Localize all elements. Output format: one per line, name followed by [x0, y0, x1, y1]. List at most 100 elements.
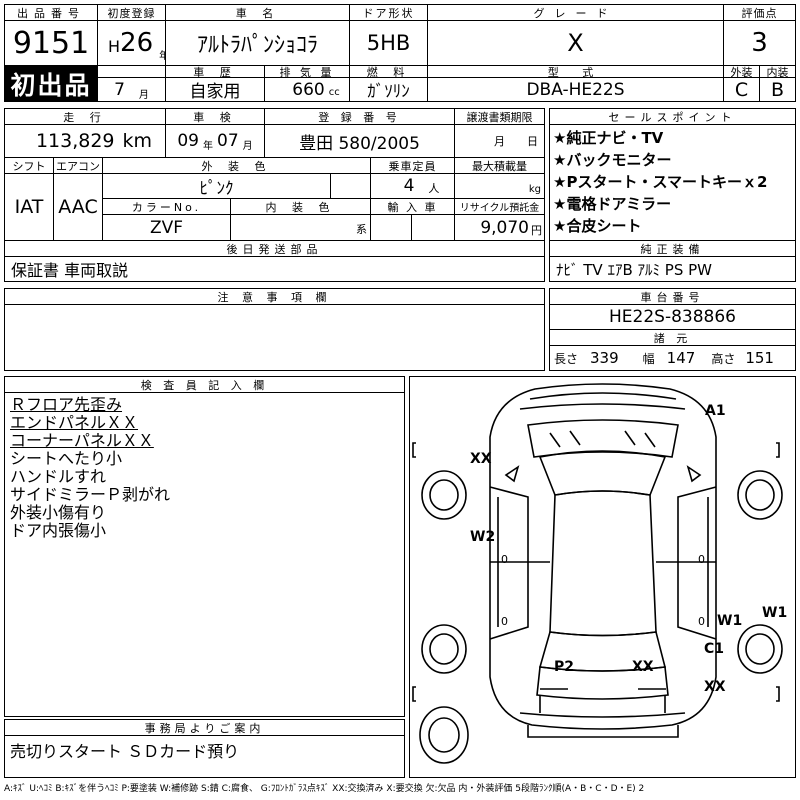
- equipment-label: 純正装備: [549, 240, 796, 257]
- ac: AAC: [53, 173, 103, 241]
- rear-left-wheel: [421, 624, 467, 674]
- inspector-notes: Ｒフロア先歪み エンドパネルＸＸ コーナーパネルＸＸ シートへたり小 ハンドルす…: [10, 396, 170, 540]
- mark-w1-door: W1: [717, 613, 742, 629]
- inspector-note: ハンドルすれ: [10, 467, 107, 486]
- dimensions: 長さ 339 幅 147 高さ 151: [549, 345, 796, 371]
- inspector-note: コーナーパネルＸＸ: [10, 431, 154, 450]
- mileage-label: 走 行: [4, 108, 166, 125]
- first-registration-year: H 26 年: [97, 20, 166, 66]
- registration-month: 7: [114, 79, 125, 100]
- transfer-month-unit: 月: [494, 135, 505, 148]
- first-registration-label: 初度登録: [97, 4, 166, 21]
- car-diagram-box: A1 XX W2 W1 W1 C1 P2 XX XX 0 0 0 0: [409, 376, 796, 778]
- inspector-note: サイドミラーＰ剥がれ: [10, 485, 171, 504]
- interior-grade: B: [759, 77, 796, 102]
- mark-p2: P2: [554, 659, 574, 675]
- mark-w2: W2: [470, 529, 495, 545]
- ac-label: エアコン: [53, 157, 103, 174]
- grade-label: グレード: [427, 4, 724, 21]
- color-label: 外 装 色: [102, 157, 371, 174]
- registration-year: 26: [120, 28, 154, 58]
- color-spacer: [330, 173, 371, 199]
- left-mirror: [504, 465, 520, 483]
- model: DBA-HE22S: [427, 77, 724, 102]
- selling-point-item: ★合皮シート: [553, 217, 642, 235]
- dimensions-label: 諸 元: [549, 329, 796, 346]
- inspection-year: 09: [177, 131, 199, 151]
- selling-point-item: ★純正ナビ・TV: [553, 129, 664, 147]
- chassis-label: 車台番号: [549, 288, 796, 305]
- car-name-label: 車 名: [165, 4, 350, 21]
- selling-point-item: ★Pスタート・スマートキーｘ2: [553, 173, 768, 191]
- color-no: ZVF: [102, 214, 231, 241]
- inspector-note: Ｒフロア先歪み: [10, 395, 123, 414]
- mark-xx-rear: XX: [632, 659, 654, 675]
- capacity: 4: [403, 176, 415, 196]
- transfer-day-unit: 日: [527, 135, 538, 148]
- inspection-year-unit: 年: [203, 140, 213, 152]
- plate-label: 登 録 番 号: [264, 108, 455, 125]
- import-box-left: [370, 214, 412, 241]
- door-type-label: ドア形状: [349, 4, 428, 21]
- car-name: ｱﾙﾄﾗﾊﾟﾝｼｮｺﾗ: [165, 20, 350, 66]
- mark-zero: 0: [698, 553, 705, 566]
- inspector-note: 外装小傷有り: [10, 503, 107, 522]
- front-bumper: [529, 392, 677, 400]
- plate-number: 豊田 580/2005: [264, 124, 455, 158]
- history: 自家用: [165, 77, 265, 102]
- windshield: [538, 450, 667, 496]
- office-note: 売切りスタート ＳＤカード預り: [10, 742, 240, 761]
- recycle-value: 9,070 円: [454, 214, 545, 241]
- front-right-wheel: [737, 470, 783, 520]
- color-no-label: カラーNo.: [102, 198, 231, 215]
- mileage: 113,829: [35, 130, 115, 152]
- roof: [549, 490, 657, 637]
- door-type: 5HB: [349, 20, 428, 66]
- score-label: 評価点: [723, 4, 796, 21]
- interior-color-unit: 系: [230, 214, 371, 241]
- length: 339: [590, 349, 619, 367]
- exterior-grade: C: [723, 77, 760, 102]
- score: 3: [723, 20, 796, 66]
- length-label: 長さ: [554, 351, 579, 366]
- first-registration-month: 7 月: [97, 77, 166, 102]
- width-label: 幅: [642, 351, 655, 366]
- delivery-parts: 保証書 車両取説: [4, 256, 545, 282]
- inspector-note: シートへたり小: [10, 449, 123, 468]
- capacity-unit: 人: [428, 182, 440, 195]
- left-side: [489, 486, 529, 640]
- load-unit: kg: [454, 173, 545, 199]
- displacement-value: 660 cc: [264, 77, 350, 102]
- equipment: ﾅﾋﾞ TV ｴｱB ｱﾙﾐ PS PW: [549, 256, 796, 282]
- recycle-label: リサイクル預託金: [454, 198, 545, 215]
- transfer-deadline-label: 譲渡書類期限: [454, 108, 545, 125]
- import-label: 輸 入 車: [370, 198, 455, 215]
- selling-points-box: ★純正ナビ・TV ★バックモニター ★Pスタート・スマートキーｘ2 ★電格ドアミ…: [549, 124, 796, 241]
- era: H: [108, 36, 121, 56]
- interior-color-label: 内 装 色: [230, 198, 371, 215]
- capacity-label: 乗車定員: [370, 157, 455, 174]
- mileage-unit: km: [122, 130, 153, 152]
- lot-number-label: 出品番号: [4, 4, 98, 21]
- shift-label: シフト: [4, 157, 54, 174]
- delivery-label: 後日発送部品: [4, 240, 545, 257]
- inspector-note: ドア内張傷小: [10, 521, 107, 540]
- transfer-deadline: 月 日: [454, 124, 545, 158]
- height: 151: [745, 349, 774, 367]
- mark-xx-front-left: XX: [470, 451, 492, 467]
- body-outline: [489, 383, 717, 730]
- rear-bumper: [519, 712, 686, 718]
- inspector-note: エンドパネルＸＸ: [10, 413, 139, 432]
- spare-wheel: [419, 706, 469, 764]
- fuel: ｶﾞｿﾘﾝ: [349, 77, 428, 102]
- grade: X: [427, 20, 724, 66]
- inspection-month: 07: [217, 131, 239, 151]
- load-label: 最大積載量: [454, 157, 545, 174]
- right-mirror: [686, 465, 702, 483]
- recycle-unit: 円: [531, 223, 542, 237]
- displacement: 660: [292, 79, 325, 100]
- color: ﾋﾟﾝｸ: [102, 173, 331, 199]
- inspection-value: 09 年 07 月: [165, 124, 265, 158]
- caution-label: 注 意 事 項 欄: [4, 288, 545, 305]
- office-label: 事務局よりご案内: [4, 719, 405, 736]
